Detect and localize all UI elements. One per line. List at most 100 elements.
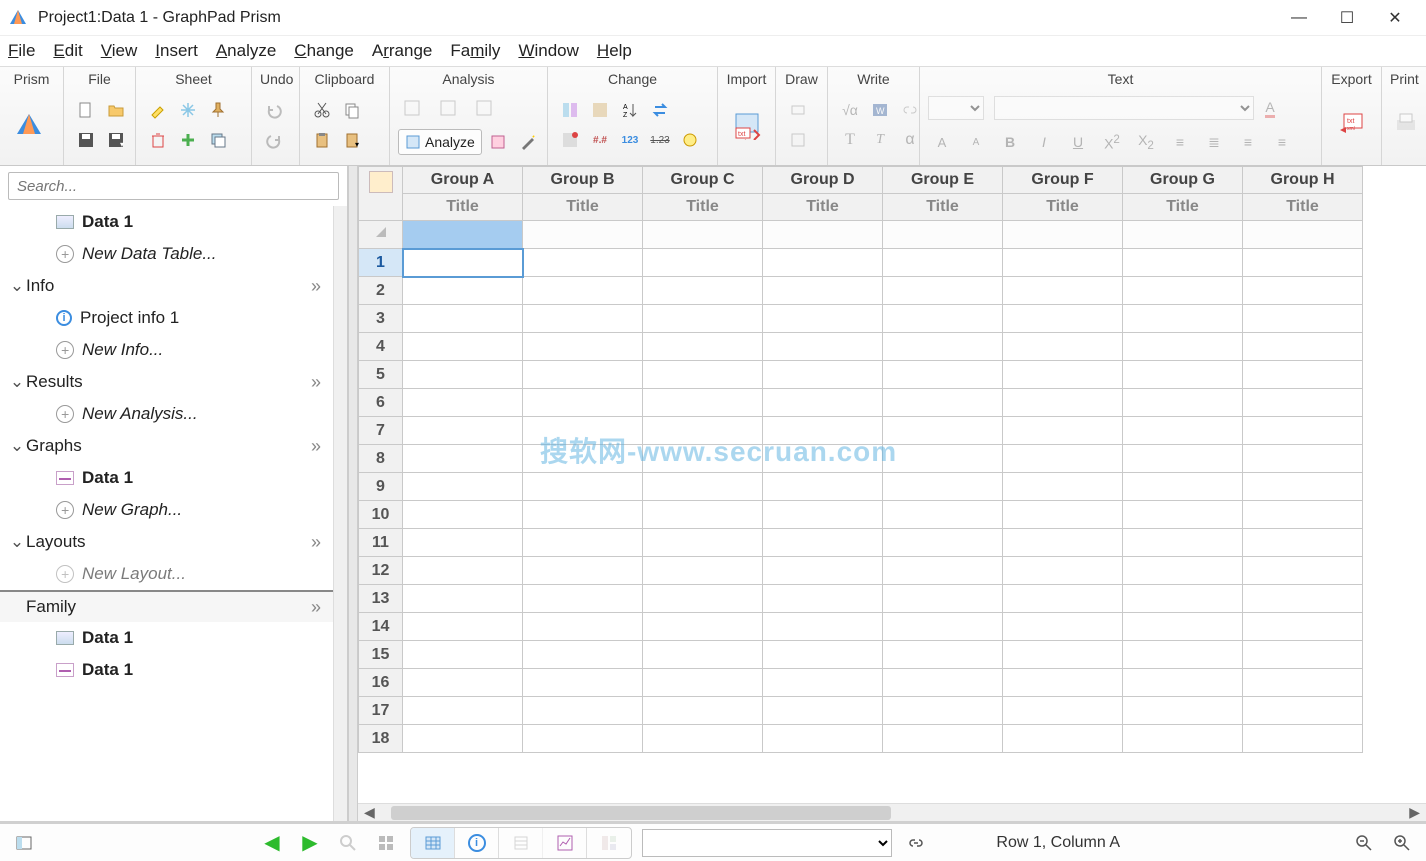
column-title[interactable]: Title (523, 194, 643, 221)
exclude-button[interactable] (556, 126, 584, 154)
data-cell[interactable] (1243, 501, 1363, 529)
save-button[interactable] (72, 126, 100, 154)
data-cell[interactable] (523, 417, 643, 445)
data-cell[interactable] (1003, 613, 1123, 641)
close-button[interactable]: ✕ (1372, 3, 1418, 33)
data-cell[interactable] (763, 697, 883, 725)
data-cell[interactable] (643, 557, 763, 585)
data-cell[interactable] (883, 669, 1003, 697)
data-cell[interactable] (763, 333, 883, 361)
data-cell[interactable] (763, 669, 883, 697)
new-sheet-button[interactable] (174, 126, 202, 154)
row-header[interactable]: 6 (359, 389, 403, 417)
splitter[interactable] (348, 166, 358, 821)
data-cell[interactable] (883, 557, 1003, 585)
menu-family[interactable]: Family (450, 41, 500, 61)
sort-button[interactable]: AZ (616, 96, 644, 124)
data-cell[interactable] (643, 613, 763, 641)
nav-new-graph[interactable]: + New Graph... (0, 494, 333, 526)
data-cell[interactable] (643, 277, 763, 305)
data-cell[interactable] (643, 389, 763, 417)
data-cell[interactable] (1243, 585, 1363, 613)
data-cell[interactable] (1123, 333, 1243, 361)
data-cell[interactable] (643, 361, 763, 389)
column-title[interactable]: Title (1123, 194, 1243, 221)
data-cell[interactable] (1123, 501, 1243, 529)
cut-button[interactable] (308, 96, 336, 124)
nav-new-info[interactable]: + New Info... (0, 334, 333, 366)
data-cell[interactable] (1243, 529, 1363, 557)
data-cell[interactable] (643, 585, 763, 613)
data-cell[interactable] (883, 305, 1003, 333)
search-input[interactable] (8, 172, 339, 200)
data-cell[interactable] (883, 641, 1003, 669)
maximize-button[interactable]: ☐ (1324, 3, 1370, 33)
data-cell[interactable] (1123, 613, 1243, 641)
data-cell[interactable] (883, 361, 1003, 389)
data-cell[interactable] (1003, 445, 1123, 473)
horizontal-scrollbar[interactable]: ◀ ▶ (358, 803, 1426, 821)
data-cell[interactable] (883, 529, 1003, 557)
data-cell[interactable] (403, 445, 523, 473)
nav-new-layout[interactable]: + New Layout... (0, 558, 333, 590)
paste-special-button[interactable]: ▾ (338, 126, 366, 154)
data-cell[interactable] (643, 697, 763, 725)
next-sheet-button[interactable]: ▶ (296, 829, 324, 857)
nav-section-graphs[interactable]: ⌄ Graphs » (0, 430, 333, 462)
minimize-button[interactable]: — (1276, 3, 1322, 33)
import-button[interactable]: txtxml (726, 104, 767, 146)
data-cell[interactable] (643, 529, 763, 557)
column-title[interactable]: Title (403, 194, 523, 221)
row-header[interactable]: 10 (359, 501, 403, 529)
view-data-table-button[interactable] (411, 828, 455, 858)
column-header[interactable]: Group H (1243, 167, 1363, 194)
delete-sheet-button[interactable] (144, 126, 172, 154)
data-cell[interactable] (883, 333, 1003, 361)
data-cell[interactable] (523, 641, 643, 669)
data-cell[interactable] (523, 585, 643, 613)
data-cell[interactable] (403, 473, 523, 501)
nav-new-data-table[interactable]: + New Data Table... (0, 238, 333, 270)
highlight-button[interactable] (144, 96, 172, 124)
find-sheet-button[interactable] (334, 829, 362, 857)
data-cell[interactable] (883, 249, 1003, 277)
sheet-selector[interactable] (642, 829, 892, 857)
data-cell[interactable] (1003, 417, 1123, 445)
data-cell[interactable] (1003, 557, 1123, 585)
menu-insert[interactable]: Insert (155, 41, 198, 61)
data-cell[interactable] (1123, 445, 1243, 473)
nav-section-results[interactable]: ⌄ Results » (0, 366, 333, 398)
row-header[interactable]: 11 (359, 529, 403, 557)
column-title[interactable]: Title (883, 194, 1003, 221)
data-cell[interactable] (763, 277, 883, 305)
row-header[interactable]: 14 (359, 613, 403, 641)
data-cell[interactable] (763, 557, 883, 585)
data-cell[interactable] (1123, 725, 1243, 753)
nav-data-1[interactable]: Data 1 (0, 206, 333, 238)
row-header[interactable]: 13 (359, 585, 403, 613)
data-cell[interactable] (763, 641, 883, 669)
analysis-icon-1[interactable] (398, 94, 426, 122)
data-cell[interactable] (403, 529, 523, 557)
data-cell[interactable] (643, 249, 763, 277)
pin-button[interactable] (204, 96, 232, 124)
data-cell[interactable] (1003, 725, 1123, 753)
data-cell[interactable] (403, 585, 523, 613)
data-cell[interactable] (1003, 529, 1123, 557)
data-cell[interactable] (643, 417, 763, 445)
column-title[interactable]: Title (1003, 194, 1123, 221)
data-cell[interactable] (523, 305, 643, 333)
data-cell[interactable] (1003, 277, 1123, 305)
nav-new-analysis[interactable]: + New Analysis... (0, 398, 333, 430)
analysis-icon-2[interactable] (434, 94, 462, 122)
menu-file[interactable]: File (8, 41, 35, 61)
column-header[interactable]: Group C (643, 167, 763, 194)
annotate-button[interactable] (676, 126, 704, 154)
data-cell[interactable] (763, 445, 883, 473)
data-cell[interactable] (1123, 389, 1243, 417)
view-graph-button[interactable] (543, 828, 587, 858)
row-header[interactable]: 17 (359, 697, 403, 725)
menu-help[interactable]: Help (597, 41, 632, 61)
view-info-button[interactable]: i (455, 828, 499, 858)
data-cell[interactable] (1003, 305, 1123, 333)
